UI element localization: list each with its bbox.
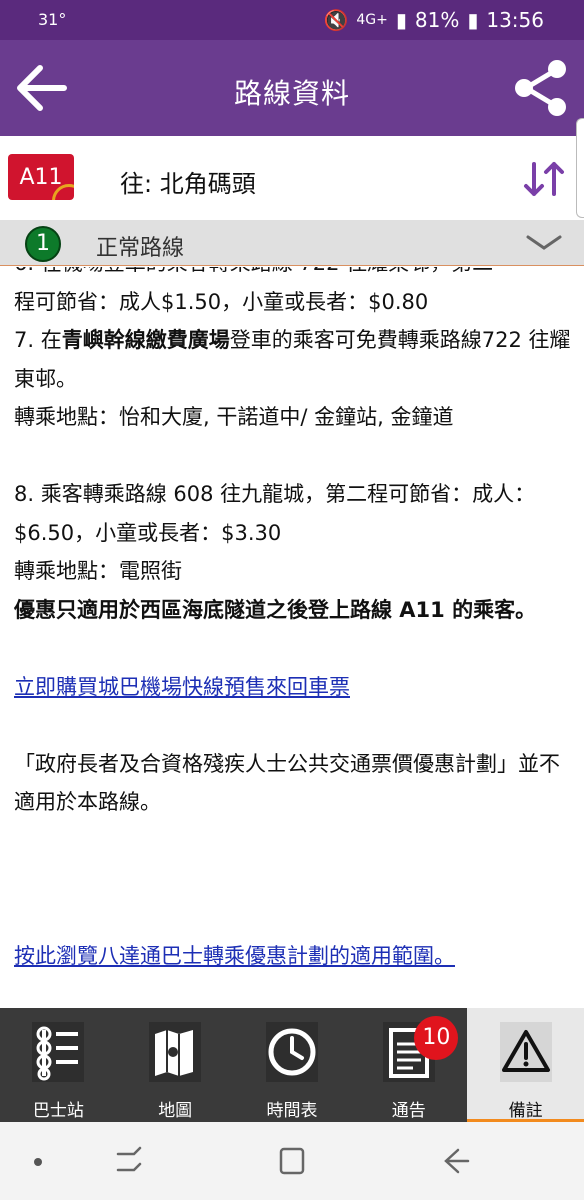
route-variant-selector[interactable]: 1 正常路線 <box>0 220 584 266</box>
octopus-transfer-link[interactable]: 按此瀏覽八達通巴士轉乘優惠計劃的適用範圍。 <box>14 944 455 968</box>
swap-direction-button[interactable] <box>522 160 566 198</box>
route-header: A11 往: 北角碼頭 <box>0 136 584 220</box>
tab-label: 巴士站 <box>32 1101 84 1121</box>
page-title: 路線資料 <box>233 77 350 110</box>
clock-time: 13:56 <box>486 8 544 32</box>
remarks-text: 6. 在機場登車的乘客轉乘路線 722 往耀東邨，第二 程可節省：成人$1.50… <box>14 267 576 976</box>
system-back-icon[interactable] <box>440 1146 470 1176</box>
map-icon <box>149 1022 202 1082</box>
buy-ticket-link[interactable]: 立即購買城巴機場快線預售來回車票 <box>14 675 350 699</box>
temperature-text: 31° <box>38 10 67 29</box>
share-icon <box>515 60 566 116</box>
tab-timetable[interactable]: 時間表 <box>234 1008 351 1122</box>
scroll-handle[interactable] <box>576 118 584 218</box>
notice-count-badge: 10 <box>414 1016 459 1060</box>
network-type: 4G+ <box>356 12 388 28</box>
battery-icon: ▮ <box>467 8 479 32</box>
mute-icon: 🔇 <box>323 8 349 32</box>
note-6-text: 6. 在機場登車的乘客轉乘路線 722 往耀東邨，第二 <box>14 267 576 283</box>
share-button[interactable] <box>512 58 570 118</box>
note-7-transfer: 轉乘地點：怡和大廈, 干諾道中/ 金鐘站, 金鐘道 <box>14 405 454 429</box>
signal-icon: ▮ <box>395 8 407 32</box>
tab-label: 時間表 <box>266 1101 318 1121</box>
tab-label: 備註 <box>508 1101 543 1121</box>
nav-dot-icon[interactable] <box>34 1158 42 1166</box>
bus-stops-icon <box>32 1022 85 1082</box>
status-indicators: 🔇 4G+ ▮ 81% ▮ 13:56 <box>323 8 544 32</box>
home-icon[interactable] <box>278 1146 306 1176</box>
system-navigation-bar <box>0 1122 584 1200</box>
variant-number-badge: 1 <box>25 226 61 262</box>
tab-map[interactable]: 地圖 <box>117 1008 234 1122</box>
warning-icon <box>499 1022 552 1082</box>
tab-label: 地圖 <box>158 1101 193 1121</box>
route-number-badge: A11 <box>8 154 74 200</box>
note-8-text: 8. 乘客轉乘路線 608 往九龍城，第二程可節省：成人：$6.50，小童或長者… <box>14 482 536 545</box>
app-bar: 路線資料 <box>0 40 584 136</box>
variant-label: 正常路線 <box>96 236 185 261</box>
bottom-tab-bar: 巴士站 地圖 時間表 10 通告 備註 <box>0 1008 584 1122</box>
tab-notices[interactable]: 10 通告 <box>350 1008 467 1122</box>
clock-icon <box>265 1022 318 1082</box>
recent-apps-icon[interactable] <box>114 1146 144 1176</box>
tab-bus-stops[interactable]: 巴士站 <box>0 1008 117 1122</box>
govt-concession-notice: 「政府長者及合資格殘疾人士公共交通票價優惠計劃」並不適用於本路線。 <box>14 751 560 815</box>
swap-direction-icon <box>524 162 564 196</box>
bold-notice: 優惠只適用於西區海底隧道之後登上路線 A11 的乘客。 <box>14 597 537 622</box>
note-7-bold: 青嶼幹線繳費廣場 <box>61 328 230 352</box>
remarks-content[interactable]: 6. 在機場登車的乘客轉乘路線 722 往耀東邨，第二 程可節省：成人$1.50… <box>0 267 584 1008</box>
note-8-transfer: 轉乘地點：電照街 <box>14 559 182 583</box>
battery-percent: 81% <box>414 8 460 32</box>
chevron-down-icon <box>526 235 562 250</box>
tab-label: 通告 <box>391 1101 426 1121</box>
status-bar: 31° 🔇 4G+ ▮ 81% ▮ 13:56 <box>0 0 584 40</box>
tab-remarks[interactable]: 備註 <box>467 1008 584 1122</box>
note-7-text: 7. 在青嶼幹線繳費廣場登車的乘客可免費轉乘路線722 往耀東邨。 <box>14 328 571 391</box>
note-6-cont: 程可節省：成人$1.50，小童或長者：$0.80 <box>14 289 429 314</box>
route-destination: 往: 北角碼頭 <box>120 170 256 198</box>
